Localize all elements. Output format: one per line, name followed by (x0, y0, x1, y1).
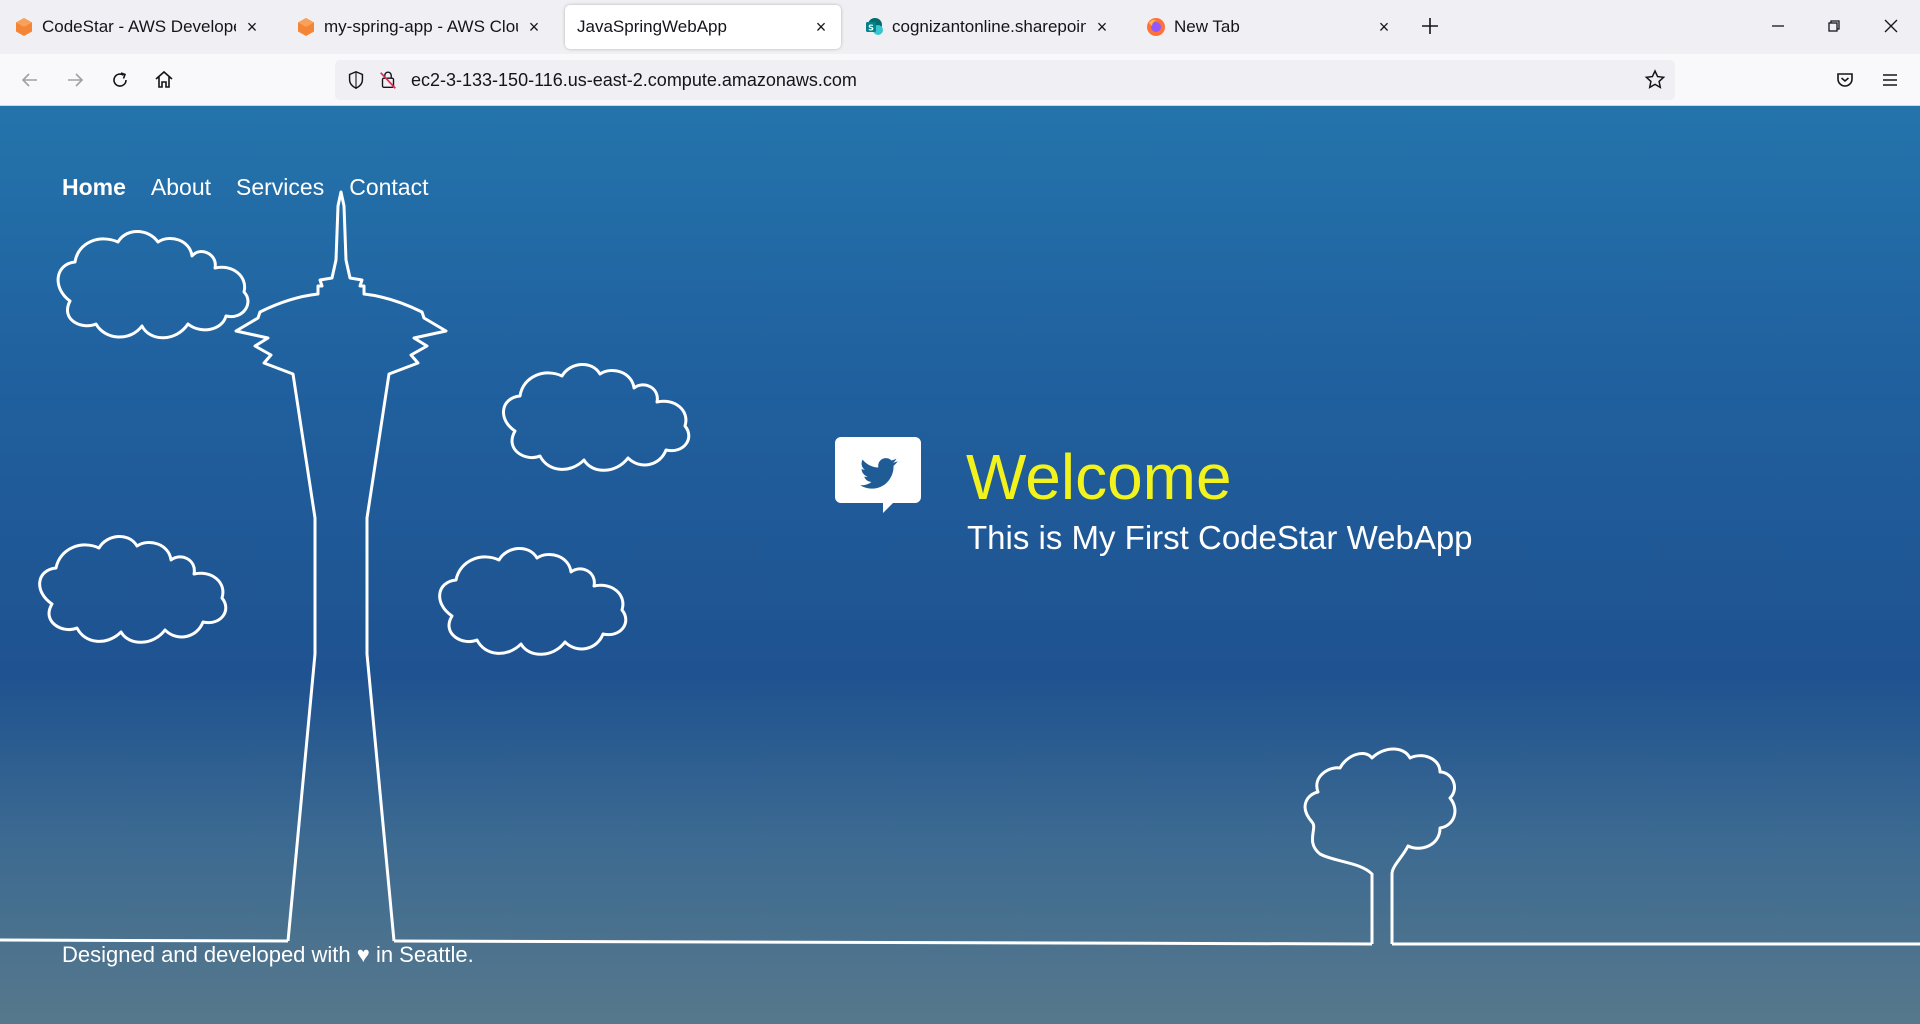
pocket-icon[interactable] (1833, 68, 1857, 92)
navigation-toolbar: ec2-3-133-150-116.us-east-2.compute.amaz… (0, 54, 1920, 106)
nav-link-contact[interactable]: Contact (349, 174, 428, 201)
tab-title: New Tab (1174, 17, 1240, 36)
tab-title: cognizantonline.sharepoint.co (892, 17, 1086, 36)
sharepoint-icon: S (866, 18, 883, 35)
welcome-heading: Welcome (966, 441, 1232, 513)
nav-link-about[interactable]: About (151, 174, 211, 201)
url-bar[interactable]: ec2-3-133-150-116.us-east-2.compute.amaz… (335, 60, 1675, 100)
nav-link-services[interactable]: Services (236, 174, 324, 201)
seattle-skyline-illustration (0, 190, 1920, 946)
cloud-shape (56, 230, 250, 340)
shield-icon[interactable] (345, 69, 367, 91)
footer-text: Designed and developed with ♥ in Seattle… (62, 942, 474, 967)
welcome-subtitle: This is My First CodeStar WebApp (967, 519, 1473, 556)
nav-link-home[interactable]: Home (62, 174, 126, 201)
page-content: Home About Services Contact Welcome This… (0, 106, 1920, 1024)
tab-title: my-spring-app - AWS Cloud9 (324, 17, 518, 36)
close-window-icon[interactable] (1879, 14, 1903, 38)
close-icon[interactable]: × (1094, 17, 1110, 37)
tab-codestar[interactable]: CodeStar - AWS Developer To × (2, 5, 272, 49)
bookmark-star-icon[interactable] (1643, 68, 1667, 92)
aws-codestar-icon (16, 18, 32, 36)
insecure-lock-icon[interactable] (377, 69, 399, 91)
cloud-shape (38, 535, 228, 644)
tab-sharepoint[interactable]: S cognizantonline.sharepoint.co × (852, 5, 1122, 49)
back-arrow-icon[interactable] (18, 68, 42, 92)
firefox-icon (1147, 18, 1165, 36)
svg-text:S: S (868, 24, 874, 33)
twitter-speech-bubble-icon[interactable] (835, 437, 921, 527)
close-icon[interactable]: × (526, 17, 542, 37)
minimize-icon[interactable] (1766, 14, 1790, 38)
tab-cloud9[interactable]: my-spring-app - AWS Cloud9 × (284, 5, 554, 49)
tab-javaspringwebapp[interactable]: JavaSpringWebApp × (565, 5, 841, 49)
new-tab-plus-icon[interactable] (1418, 14, 1442, 38)
space-needle-shape (234, 190, 448, 942)
close-icon[interactable]: × (1376, 17, 1392, 37)
cloud-shape (438, 547, 628, 656)
menu-icon[interactable] (1878, 68, 1902, 92)
url-text[interactable]: ec2-3-133-150-116.us-east-2.compute.amaz… (411, 70, 857, 91)
tab-title: JavaSpringWebApp (577, 17, 727, 36)
home-icon[interactable] (152, 68, 176, 92)
tab-title: CodeStar - AWS Developer To (42, 17, 236, 36)
site-nav: Home About Services Contact (62, 174, 453, 201)
tab-new-tab[interactable]: New Tab × (1134, 5, 1404, 49)
close-icon[interactable]: × (244, 17, 260, 37)
forward-arrow-icon[interactable] (63, 68, 87, 92)
aws-cloud9-icon (298, 18, 314, 36)
tab-strip: CodeStar - AWS Developer To × my-spring-… (0, 0, 1920, 54)
close-icon[interactable]: × (813, 17, 829, 37)
reload-icon[interactable] (108, 68, 132, 92)
cloud-shape (502, 363, 691, 472)
restore-icon[interactable] (1822, 14, 1846, 38)
tree-shape (1303, 747, 1457, 944)
